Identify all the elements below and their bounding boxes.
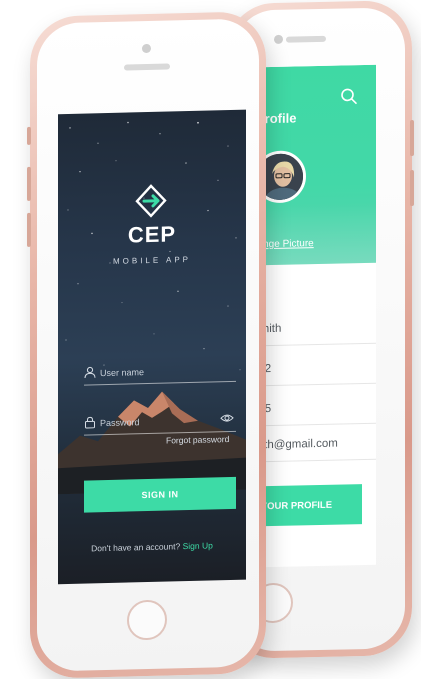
search-icon[interactable] — [340, 87, 358, 105]
speaker — [286, 35, 326, 43]
password-field[interactable] — [84, 410, 236, 436]
login-phone: CEP MOBILE APP Forgot password SIGN IN — [27, 11, 266, 679]
eye-icon[interactable] — [220, 412, 234, 424]
password-input[interactable] — [100, 412, 218, 432]
divider — [252, 342, 376, 347]
volume-down-button — [27, 212, 31, 247]
profile-screen: Profile hange Picture Smith 992 555 mith… — [252, 64, 376, 568]
username-field[interactable] — [84, 360, 236, 386]
forgot-password-link[interactable]: Forgot password — [166, 434, 229, 446]
app-name: CEP — [127, 221, 177, 248]
divider — [252, 382, 376, 387]
username-input[interactable] — [100, 362, 218, 382]
sign-up-link[interactable]: Sign Up — [183, 540, 213, 551]
save-profile-button[interactable]: E YOUR PROFILE — [252, 484, 362, 527]
starry-sky-background — [65, 121, 241, 371]
divider — [252, 422, 376, 427]
sign-in-button[interactable]: SIGN IN — [84, 476, 236, 513]
user-icon — [84, 366, 96, 379]
volume-up-button — [27, 166, 31, 201]
divider — [252, 458, 376, 463]
speaker — [124, 63, 170, 71]
login-screen: CEP MOBILE APP Forgot password SIGN IN — [58, 109, 246, 585]
side-button — [410, 120, 414, 157]
logo-arrow-icon — [135, 184, 167, 218]
side-button — [410, 170, 414, 207]
mute-switch — [27, 126, 31, 145]
lock-icon — [85, 416, 95, 429]
